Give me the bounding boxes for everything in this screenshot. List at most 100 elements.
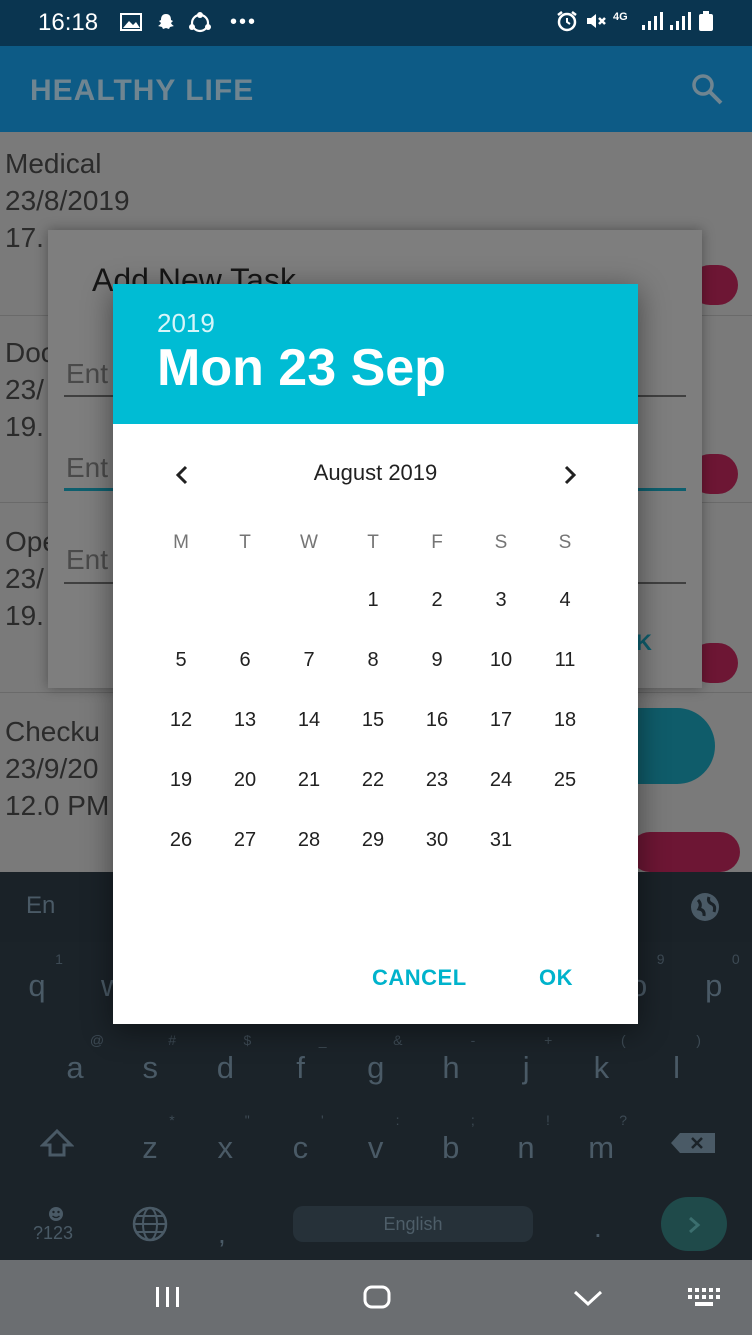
- list-item-time: 12.0 PM: [5, 790, 110, 821]
- calendar-day[interactable]: 26: [159, 829, 203, 852]
- back-chevron-icon[interactable]: [572, 1288, 604, 1313]
- key-m[interactable]: m: [581, 1130, 621, 1166]
- key-hint: ': [321, 1112, 324, 1128]
- key-f[interactable]: f: [281, 1050, 321, 1086]
- list-item-date: 23/8/2019: [5, 185, 130, 216]
- key-hint: ": [244, 1112, 250, 1128]
- key-hint: &: [393, 1032, 403, 1048]
- picker-selected-date[interactable]: Mon 23 Sep: [157, 338, 446, 398]
- next-key[interactable]: [661, 1197, 727, 1251]
- more-notifications-icon: •••: [230, 11, 258, 33]
- calendar-day[interactable]: 4: [543, 589, 587, 612]
- key-d[interactable]: d: [205, 1050, 245, 1086]
- network-type: 4G: [613, 11, 628, 23]
- next-month-button[interactable]: [555, 460, 585, 490]
- calendar-day[interactable]: 22: [351, 769, 395, 792]
- weekday-label: T: [367, 532, 379, 553]
- weekday-label: W: [300, 532, 318, 553]
- key-hint: -: [470, 1032, 476, 1048]
- calendar-day[interactable]: 29: [351, 829, 395, 852]
- calendar-day[interactable]: 25: [543, 769, 587, 792]
- calendar-day[interactable]: 28: [287, 829, 331, 852]
- key-hint: 1: [55, 951, 63, 967]
- key-v[interactable]: v: [356, 1130, 396, 1166]
- key-h[interactable]: h: [431, 1050, 471, 1086]
- calendar-day[interactable]: 20: [223, 769, 267, 792]
- calendar-day[interactable]: 12: [159, 709, 203, 732]
- calendar-day[interactable]: 14: [287, 709, 331, 732]
- task-name-input[interactable]: Ent: [66, 358, 108, 390]
- calendar-day[interactable]: 7: [287, 649, 331, 672]
- calendar-day[interactable]: 18: [543, 709, 587, 732]
- comma-key[interactable]: ,: [218, 1218, 226, 1250]
- key-b[interactable]: b: [431, 1130, 471, 1166]
- key-z[interactable]: z: [130, 1130, 170, 1166]
- calendar-day[interactable]: 10: [479, 649, 523, 672]
- mute-icon: [584, 10, 608, 34]
- weekday-label: S: [494, 532, 508, 553]
- cancel-button[interactable]: CANCEL: [372, 965, 467, 991]
- task-ok-button[interactable]: K: [636, 630, 652, 656]
- backspace-icon[interactable]: [670, 1132, 716, 1159]
- sync-icon: [188, 12, 211, 33]
- keyboard-hide-icon[interactable]: [686, 1286, 722, 1313]
- calendar-day[interactable]: 5: [159, 649, 203, 672]
- search-icon[interactable]: [690, 72, 724, 106]
- app-title: HEALTHY LIFE: [30, 74, 255, 107]
- signal-icon-1: [640, 10, 664, 34]
- key-hint: ): [696, 1032, 701, 1048]
- calendar-day[interactable]: 23: [415, 769, 459, 792]
- calendar-day[interactable]: 3: [479, 589, 523, 612]
- space-bar[interactable]: English: [293, 1206, 533, 1242]
- task-time-input[interactable]: Ent: [66, 544, 108, 576]
- keyboard-language[interactable]: En: [26, 892, 55, 920]
- calendar-day[interactable]: 8: [351, 649, 395, 672]
- key-x[interactable]: x: [205, 1130, 245, 1166]
- calendar-day[interactable]: 13: [223, 709, 267, 732]
- ok-button[interactable]: OK: [539, 965, 573, 991]
- key-hint: +: [544, 1032, 553, 1048]
- calendar-day[interactable]: 17: [479, 709, 523, 732]
- calendar-day[interactable]: 2: [415, 589, 459, 612]
- symbols-key[interactable]: ?123: [33, 1223, 73, 1244]
- calendar-day[interactable]: 27: [223, 829, 267, 852]
- key-l[interactable]: l: [657, 1050, 697, 1086]
- calendar-day[interactable]: 6: [223, 649, 267, 672]
- calendar-day[interactable]: 1: [351, 589, 395, 612]
- key-a[interactable]: a: [55, 1050, 95, 1086]
- key-k[interactable]: k: [581, 1050, 621, 1086]
- calendar-day[interactable]: 21: [287, 769, 331, 792]
- list-item-date: 23/9/20: [5, 753, 99, 784]
- key-n[interactable]: n: [506, 1130, 546, 1166]
- calendar-day[interactable]: 11: [543, 649, 587, 672]
- shift-icon[interactable]: [39, 1128, 75, 1163]
- language-globe-icon[interactable]: [128, 1204, 172, 1249]
- globe-icon[interactable]: [688, 890, 722, 929]
- key-g[interactable]: g: [356, 1050, 396, 1086]
- weekday-label: S: [558, 532, 572, 553]
- list-item[interactable]: Checku 23/9/20 12.0 PM: [5, 713, 109, 824]
- calendar-day[interactable]: 16: [415, 709, 459, 732]
- calendar-day[interactable]: 24: [479, 769, 523, 792]
- key-hint: *: [169, 1112, 175, 1128]
- key-q[interactable]: q: [17, 968, 57, 1004]
- key-p[interactable]: p: [694, 968, 734, 1004]
- key-hint: (: [621, 1032, 626, 1048]
- key-s[interactable]: s: [130, 1050, 170, 1086]
- home-icon[interactable]: [362, 1284, 392, 1315]
- calendar-day[interactable]: 31: [479, 829, 523, 852]
- calendar-day[interactable]: 19: [159, 769, 203, 792]
- key-hint: !: [546, 1112, 550, 1128]
- delete-button[interactable]: [630, 832, 740, 872]
- period-key[interactable]: .: [594, 1212, 602, 1244]
- picker-year[interactable]: 2019: [157, 308, 215, 339]
- key-hint: _: [318, 1032, 327, 1048]
- key-c[interactable]: c: [280, 1130, 320, 1166]
- calendar-day[interactable]: 15: [351, 709, 395, 732]
- task-date-input[interactable]: Ent: [66, 452, 108, 484]
- key-j[interactable]: j: [506, 1050, 546, 1086]
- status-bar: 16:18 ••• 4G: [0, 0, 752, 46]
- calendar-day[interactable]: 30: [415, 829, 459, 852]
- recent-apps-icon[interactable]: [153, 1285, 183, 1314]
- calendar-day[interactable]: 9: [415, 649, 459, 672]
